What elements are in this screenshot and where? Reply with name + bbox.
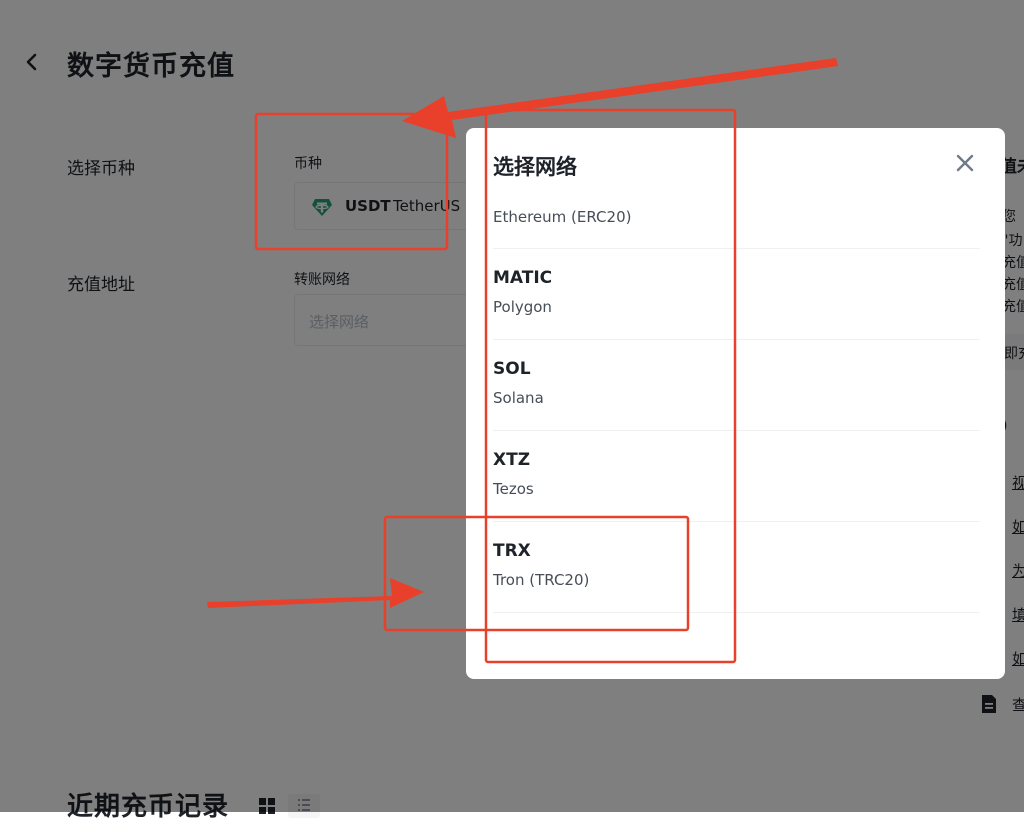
network-option-trx[interactable]: TRX Tron (TRC20) [493,522,980,613]
network-option-xtz[interactable]: XTZ Tezos [493,431,980,522]
network-option-sol[interactable]: SOL Solana [493,340,980,431]
close-icon[interactable] [955,153,975,173]
network-option-eth[interactable]: Ethereum (ERC20) [493,188,980,249]
network-option-symbol: SOL [493,359,531,379]
network-option-name: Tezos [493,480,534,498]
network-option-symbol: TRX [493,541,531,561]
network-option-matic[interactable]: MATIC Polygon [493,249,980,340]
network-option-symbol: MATIC [493,268,553,288]
network-select-modal: 选择网络 Ethereum (ERC20) MATIC Polygon SOL … [466,128,1005,679]
network-option-name: Solana [493,389,544,407]
network-option-name: Polygon [493,298,552,316]
modal-title: 选择网络 [493,155,577,179]
network-option-symbol: XTZ [493,450,531,470]
network-option-name: Ethereum (ERC20) [493,208,632,226]
network-option-name: Tron (TRC20) [493,571,590,589]
network-list: Ethereum (ERC20) MATIC Polygon SOL Solan… [493,188,980,613]
